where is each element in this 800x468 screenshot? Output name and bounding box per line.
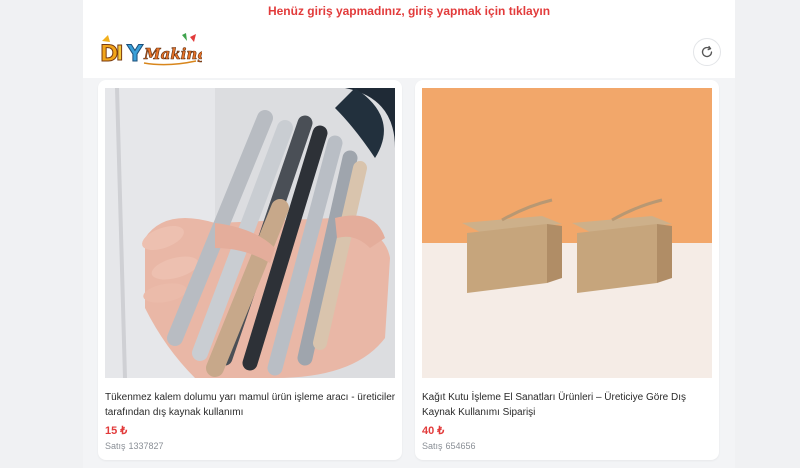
top-bar: Henüz giriş yapmadınız, giriş yapmak içi… [83,0,735,78]
sales-label: Satış [105,441,126,451]
product-card-pens[interactable]: Tükenmez kalem dolumu yarı mamul ürün iş… [98,80,402,460]
sales-count: 1337827 [128,441,164,451]
diy-making-logo[interactable]: D I Y Making [98,33,208,69]
product-image-pens[interactable] [105,88,395,378]
svg-text:I: I [116,41,123,65]
product-price: 15 ₺ [105,425,128,437]
refresh-button[interactable] [693,38,721,66]
refresh-icon [701,45,713,58]
product-sales: Satış 1337827 [105,441,167,451]
login-notice-link[interactable]: Henüz giriş yapmadınız, giriş yapmak içi… [83,4,735,18]
product-card-boxes[interactable]: Kağıt Kutu İşleme El Sanatları Ürünleri … [415,80,719,460]
page-column: Henüz giriş yapmadınız, giriş yapmak içi… [83,0,735,468]
product-title[interactable]: Kağıt Kutu İşleme El Sanatları Ürünleri … [422,390,714,420]
svg-text:Y: Y [126,42,144,67]
product-image-boxes[interactable] [422,88,712,378]
product-sales: Satış 654656 [422,441,479,451]
sales-count: 654656 [445,441,476,451]
product-title[interactable]: Tükenmez kalem dolumu yarı mamul ürün iş… [105,390,397,420]
sales-label: Satış [422,441,443,451]
product-price: 40 ₺ [422,425,445,437]
svg-text:Making: Making [143,45,202,63]
